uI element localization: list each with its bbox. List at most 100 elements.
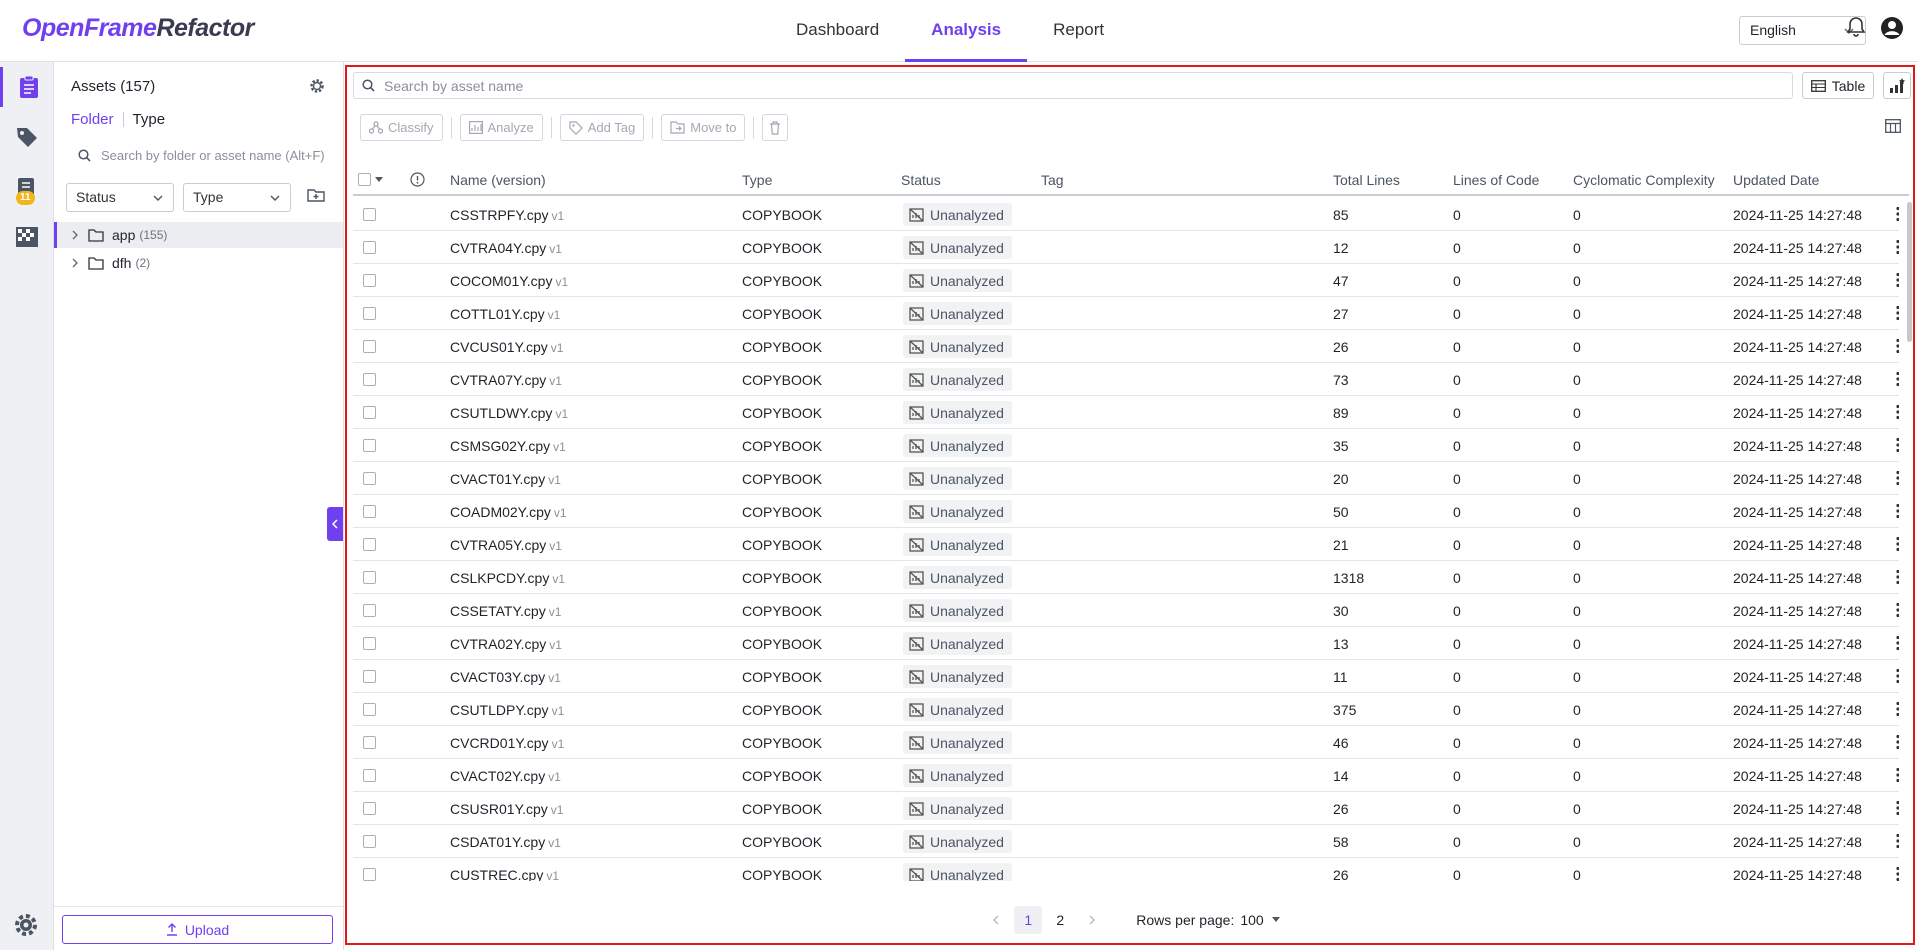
move-to-button[interactable]: Move to xyxy=(661,114,746,141)
table-view-button[interactable]: Table xyxy=(1802,72,1874,99)
collapse-sidebar-button[interactable] xyxy=(327,507,343,541)
table-row[interactable]: CVCUS01Y.cpy v1 COPYBOOK Unanalyzed 26 0 0 2024… xyxy=(353,330,1899,363)
asset-name[interactable]: CSUTLDPY.cpy xyxy=(450,702,549,718)
bell-icon[interactable] xyxy=(1846,16,1866,38)
page-1-button[interactable]: 1 xyxy=(1014,906,1043,934)
more-vertical-icon[interactable] xyxy=(1896,272,1899,288)
more-vertical-icon[interactable] xyxy=(1896,404,1899,420)
info-icon[interactable] xyxy=(410,172,425,187)
row-checkbox[interactable] xyxy=(363,670,376,683)
row-checkbox[interactable] xyxy=(363,703,376,716)
asset-name-cell[interactable]: CVACT02Y.cpy v1 xyxy=(450,768,561,784)
tree-item-dfh[interactable]: dfh (2) xyxy=(54,250,343,276)
more-vertical-icon[interactable] xyxy=(1896,767,1899,783)
table-row[interactable]: CVACT01Y.cpy v1 COPYBOOK Unanalyzed 20 0 0 2024… xyxy=(353,462,1899,495)
more-vertical-icon[interactable] xyxy=(1896,470,1899,486)
more-vertical-icon[interactable] xyxy=(1896,569,1899,585)
table-row[interactable]: CSMSG02Y.cpy v1 COPYBOOK Unanalyzed 35 0 0 2024… xyxy=(353,429,1899,462)
row-checkbox[interactable] xyxy=(363,835,376,848)
asset-name[interactable]: CSUSR01Y.cpy xyxy=(450,801,548,817)
rail-migration[interactable] xyxy=(0,217,54,257)
classify-button[interactable]: Classify xyxy=(360,114,443,141)
more-vertical-icon[interactable] xyxy=(1896,866,1899,881)
col-total-lines[interactable]: Total Lines xyxy=(1333,172,1400,188)
tab-report[interactable]: Report xyxy=(1027,0,1130,62)
asset-name[interactable]: COTTL01Y.cpy xyxy=(450,306,545,322)
row-checkbox[interactable] xyxy=(363,637,376,650)
delete-button[interactable] xyxy=(762,114,789,141)
asset-name[interactable]: CVTRA04Y.cpy xyxy=(450,240,546,256)
table-row[interactable]: CSSETATY.cpy v1 COPYBOOK Unanalyzed 30 0 0 2024… xyxy=(353,594,1899,627)
row-checkbox[interactable] xyxy=(363,769,376,782)
row-checkbox[interactable] xyxy=(363,472,376,485)
table-row[interactable]: CVTRA02Y.cpy v1 COPYBOOK Unanalyzed 13 0 0 2024… xyxy=(353,627,1899,660)
asset-name[interactable]: CUSTREC.cpy xyxy=(450,867,543,881)
table-row[interactable]: CSSTRPFY.cpy v1 COPYBOOK Unanalyzed 85 0 0 2024… xyxy=(353,198,1899,231)
more-vertical-icon[interactable] xyxy=(1896,206,1899,222)
more-vertical-icon[interactable] xyxy=(1896,734,1899,750)
table-row[interactable]: CSLKPCDY.cpy v1 COPYBOOK Unanalyzed 1318 0 0 20… xyxy=(353,561,1899,594)
column-settings-icon[interactable] xyxy=(1885,119,1901,133)
asset-name[interactable]: CVCUS01Y.cpy xyxy=(450,339,548,355)
asset-name[interactable]: CSUTLDWY.cpy xyxy=(450,405,552,421)
rows-per-page-select[interactable]: 100 xyxy=(1240,912,1280,928)
table-row[interactable]: CVTRA05Y.cpy v1 COPYBOOK Unanalyzed 21 0 0 2024… xyxy=(353,528,1899,561)
table-row[interactable]: CVCRD01Y.cpy v1 COPYBOOK Unanalyzed 46 0 0 2024… xyxy=(353,726,1899,759)
page-2-button[interactable]: 2 xyxy=(1046,906,1074,934)
col-lines-of-code[interactable]: Lines of Code xyxy=(1453,172,1539,188)
gear-icon[interactable] xyxy=(309,78,325,94)
row-checkbox[interactable] xyxy=(363,307,376,320)
more-vertical-icon[interactable] xyxy=(1896,668,1899,684)
asset-name[interactable]: CVACT03Y.cpy xyxy=(450,669,545,685)
asset-name[interactable]: CVACT01Y.cpy xyxy=(450,471,545,487)
add-tag-button[interactable]: Add Tag xyxy=(559,114,645,141)
asset-name[interactable]: CVACT02Y.cpy xyxy=(450,768,545,784)
asset-name-cell[interactable]: CUSTREC.cpy v1 xyxy=(450,867,559,881)
more-vertical-icon[interactable] xyxy=(1896,602,1899,618)
table-row[interactable]: CVTRA07Y.cpy v1 COPYBOOK Unanalyzed 73 0 0 2024… xyxy=(353,363,1899,396)
row-checkbox[interactable] xyxy=(363,274,376,287)
sidebar-search-input[interactable] xyxy=(101,147,333,163)
asset-name-cell[interactable]: COCOM01Y.cpy v1 xyxy=(450,273,568,289)
asset-name-cell[interactable]: CVTRA04Y.cpy v1 xyxy=(450,240,562,256)
view-type-button[interactable]: Type xyxy=(133,111,166,128)
more-vertical-icon[interactable] xyxy=(1896,371,1899,387)
col-cyclomatic-complexity[interactable]: Cyclomatic Complexity xyxy=(1573,172,1715,188)
more-vertical-icon[interactable] xyxy=(1896,635,1899,651)
more-vertical-icon[interactable] xyxy=(1896,503,1899,519)
user-avatar-icon[interactable] xyxy=(1880,16,1904,40)
view-folder-button[interactable]: Folder xyxy=(71,111,114,128)
asset-name-cell[interactable]: COADM02Y.cpy v1 xyxy=(450,504,567,520)
asset-name-cell[interactable]: CVTRA07Y.cpy v1 xyxy=(450,372,562,388)
row-checkbox[interactable] xyxy=(363,736,376,749)
table-row[interactable]: COTTL01Y.cpy v1 COPYBOOK Unanalyzed 27 0 0 2024… xyxy=(353,297,1899,330)
asset-name[interactable]: CSDAT01Y.cpy xyxy=(450,834,545,850)
table-row[interactable]: CVACT02Y.cpy v1 COPYBOOK Unanalyzed 14 0 0 2024… xyxy=(353,759,1899,792)
status-filter-select[interactable]: Status xyxy=(66,183,174,212)
table-row[interactable]: CSUTLDWY.cpy v1 COPYBOOK Unanalyzed 89 0 0 2024… xyxy=(353,396,1899,429)
asset-name-cell[interactable]: CVCUS01Y.cpy v1 xyxy=(450,339,563,355)
asset-name-cell[interactable]: CSSETATY.cpy v1 xyxy=(450,603,561,619)
asset-name-cell[interactable]: CVACT03Y.cpy v1 xyxy=(450,669,561,685)
row-checkbox[interactable] xyxy=(363,373,376,386)
table-row[interactable]: CUSTREC.cpy v1 COPYBOOK Unanalyzed 26 0 0 2024-… xyxy=(353,858,1899,881)
col-tag[interactable]: Tag xyxy=(1041,172,1064,188)
col-name[interactable]: Name (version) xyxy=(450,172,546,188)
row-checkbox[interactable] xyxy=(363,439,376,452)
chevron-right-icon[interactable] xyxy=(71,258,79,268)
row-checkbox[interactable] xyxy=(363,802,376,815)
asset-name[interactable]: COCOM01Y.cpy xyxy=(450,273,552,289)
asset-name[interactable]: CSLKPCDY.cpy xyxy=(450,570,549,586)
col-status[interactable]: Status xyxy=(901,172,941,188)
more-vertical-icon[interactable] xyxy=(1896,800,1899,816)
chevron-right-icon[interactable] xyxy=(71,230,79,240)
more-vertical-icon[interactable] xyxy=(1896,305,1899,321)
more-vertical-icon[interactable] xyxy=(1896,833,1899,849)
more-vertical-icon[interactable] xyxy=(1896,701,1899,717)
select-all-checkbox[interactable] xyxy=(358,173,371,186)
asset-name-cell[interactable]: CVCRD01Y.cpy v1 xyxy=(450,735,564,751)
asset-name[interactable]: CVTRA07Y.cpy xyxy=(450,372,546,388)
asset-name[interactable]: CSMSG02Y.cpy xyxy=(450,438,550,454)
row-checkbox[interactable] xyxy=(363,868,376,881)
tree-item-app[interactable]: app (155) xyxy=(54,222,343,248)
